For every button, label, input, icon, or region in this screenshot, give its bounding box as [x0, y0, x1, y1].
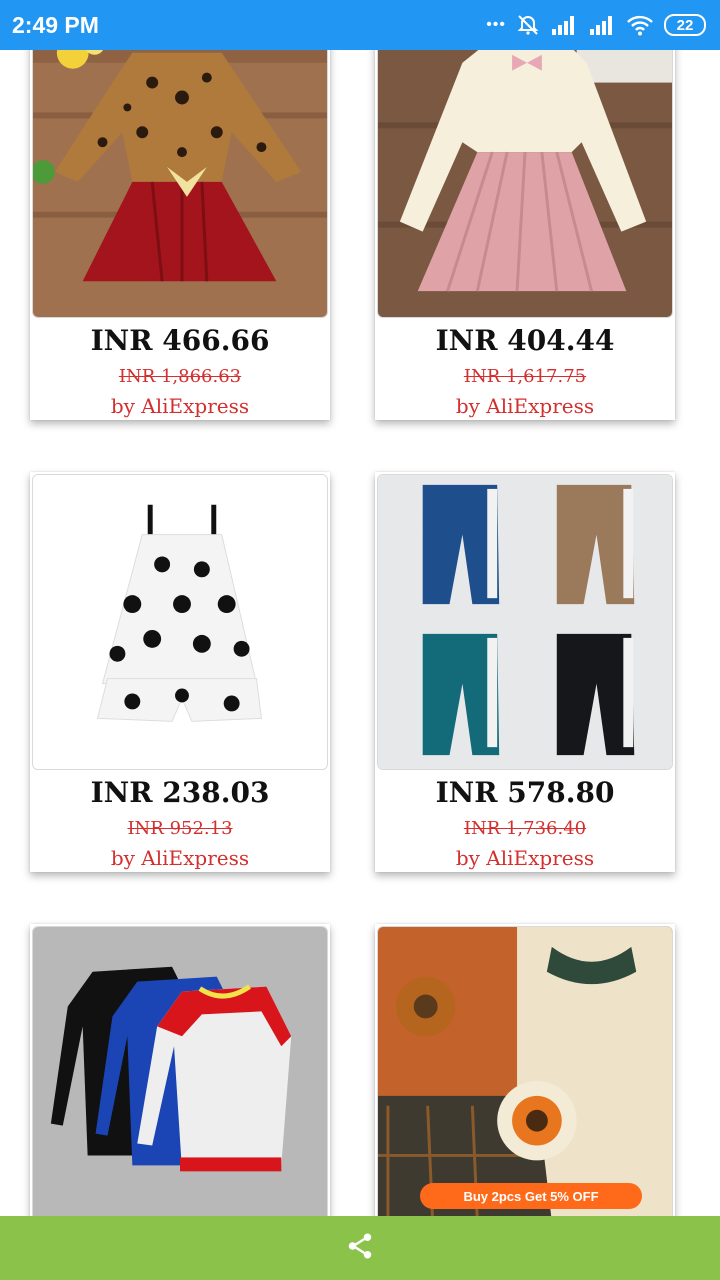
product-seller: by AliExpress [110, 394, 250, 418]
product-card[interactable]: INR 466.66 INR 1,866.63 by AliExpress [30, 20, 330, 420]
product-card[interactable]: INR 404.44 INR 1,617.75 by AliExpress [375, 20, 675, 420]
product-image-jogger-pants[interactable] [377, 474, 673, 770]
signal-icon-1 [550, 14, 578, 36]
product-image-leopard-dress[interactable] [32, 22, 328, 318]
product-original-price: INR 1,617.75 [463, 366, 587, 387]
product-original-price: INR 1,736.40 [463, 818, 587, 839]
battery-icon: 22 [664, 14, 706, 36]
product-seller: by AliExpress [455, 394, 595, 418]
product-original-price: INR 952.13 [127, 818, 233, 839]
wifi-icon [626, 14, 654, 36]
product-price: INR 404.44 [435, 324, 615, 357]
product-price: INR 578.80 [435, 776, 615, 809]
product-original-price: INR 1,866.63 [118, 366, 242, 387]
share-icon[interactable] [345, 1231, 375, 1265]
product-seller: by AliExpress [455, 846, 595, 870]
signal-icon-2 [588, 14, 616, 36]
status-time: 2:49 PM [12, 11, 99, 38]
product-image-sweater-skirt[interactable] [377, 22, 673, 318]
product-image-sunflower-outfit[interactable]: Buy 2pcs Get 5% OFF [377, 926, 673, 1222]
status-bar: 2:49 PM ••• 22 [0, 0, 720, 50]
product-seller: by AliExpress [110, 846, 250, 870]
product-image-sweatshirts[interactable] [32, 926, 328, 1222]
product-card[interactable]: INR 578.80 INR 1,736.40 by AliExpress [375, 472, 675, 872]
product-grid: INR 466.66 INR 1,866.63 by AliExpress IN [0, 0, 720, 1280]
product-price: INR 238.03 [90, 776, 270, 809]
more-dots-icon: ••• [486, 16, 506, 33]
product-card[interactable]: INR 238.03 INR 952.13 by AliExpress [30, 472, 330, 872]
alarm-off-icon [516, 13, 540, 37]
product-card[interactable]: Buy 2pcs Get 5% OFF [375, 924, 675, 1224]
promo-text: Buy 2pcs Get 5% OFF [463, 1188, 599, 1204]
product-image-polka-dot-set[interactable] [32, 474, 328, 770]
product-card[interactable] [30, 924, 330, 1224]
promo-banner: Buy 2pcs Get 5% OFF [420, 1183, 642, 1209]
bottom-bar [0, 1216, 720, 1280]
status-icons: ••• 22 [486, 13, 706, 37]
product-price: INR 466.66 [90, 324, 270, 357]
